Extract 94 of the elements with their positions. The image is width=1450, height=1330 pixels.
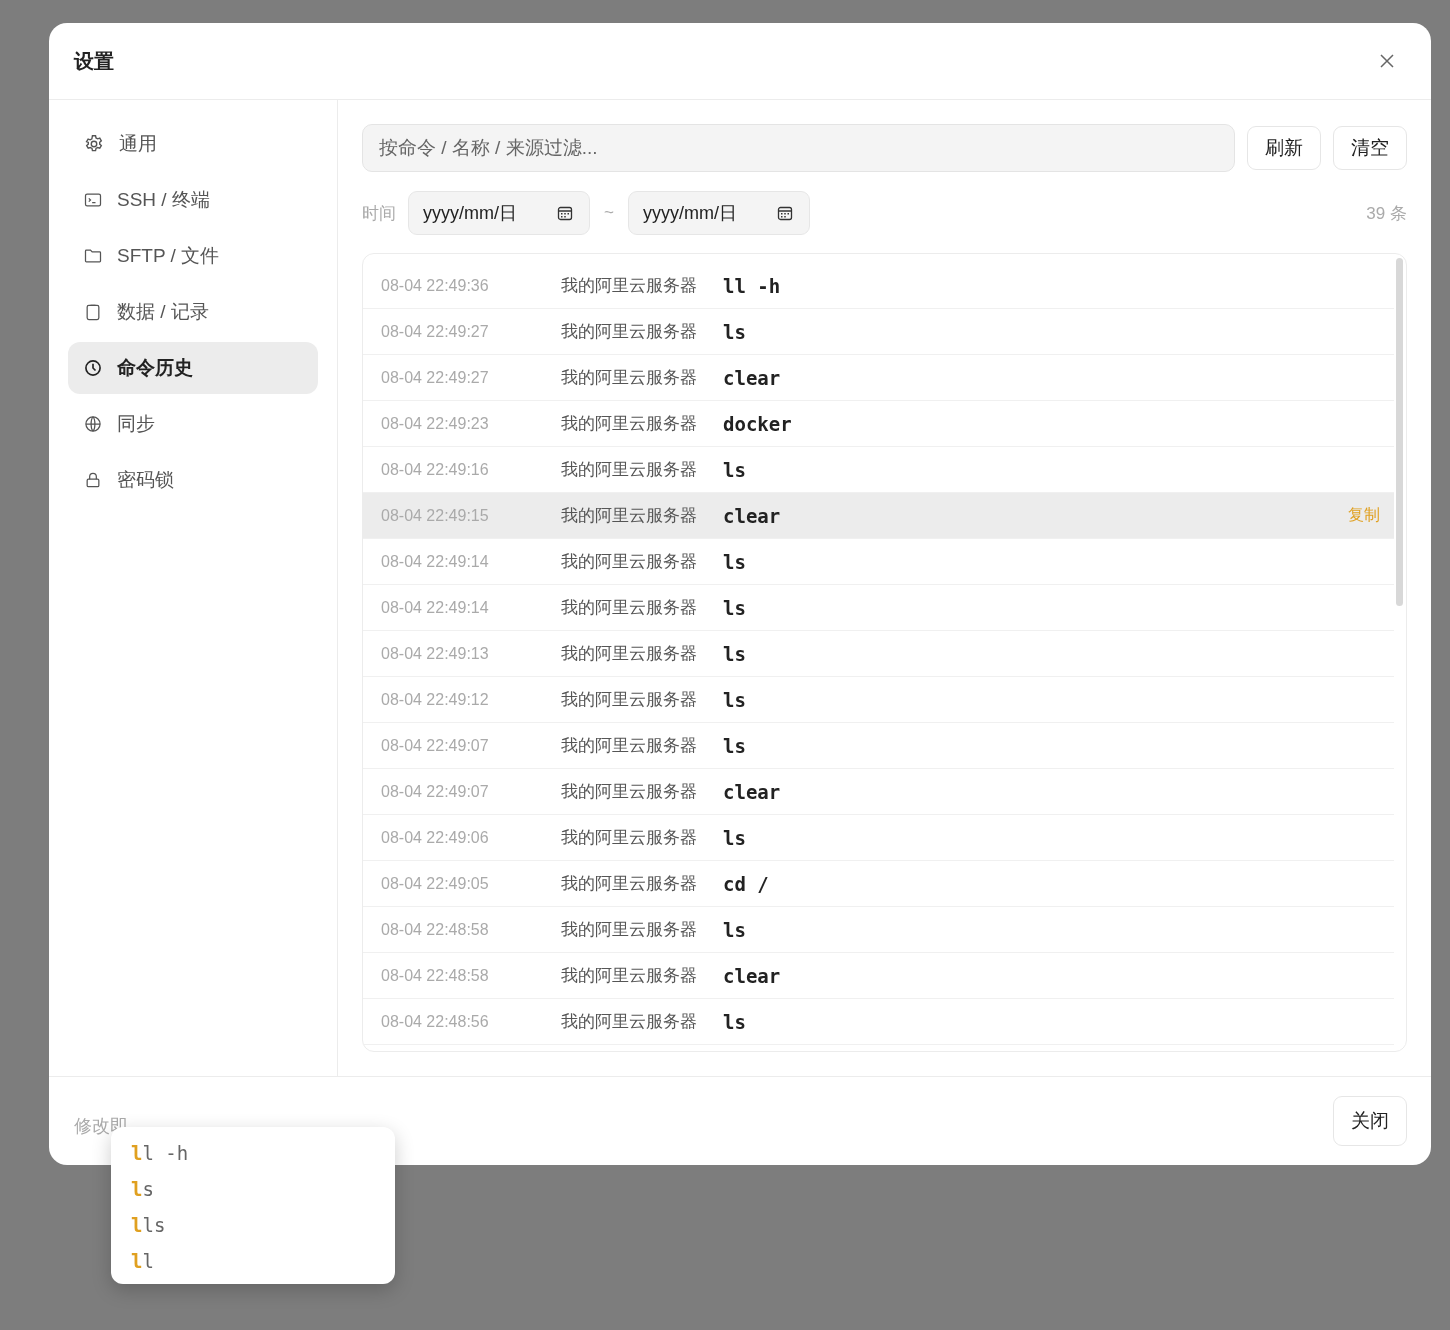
server-cell-text: 我的阿里云服务器 (561, 965, 698, 987)
sidebar-item[interactable]: 通用 (68, 118, 318, 170)
command-cell: ls (723, 734, 746, 757)
history-row[interactable]: 08-04 22:49:12 我的阿里云服务器 ls (363, 677, 1394, 723)
suggestion-item[interactable]: ls (131, 1171, 375, 1207)
time-cell-text: 08-04 22:48:58 (381, 966, 490, 985)
history-row[interactable]: 08-04 22:49:06 我的阿里云服务器 ls (363, 815, 1394, 861)
sidebar-item[interactable]: 数据 / 记录 (68, 286, 318, 338)
time-cell-text: 08-04 22:49:13 (381, 644, 490, 663)
command-cell: clear (723, 504, 781, 527)
history-row[interactable]: 08-04 22:49:27 我的阿里云服务器 clear (363, 355, 1394, 401)
command-cell: clear (723, 780, 781, 803)
command-cell: ls (723, 550, 746, 573)
history-row[interactable]: 08-04 22:49:15 我的阿里云服务器 clear 复制 (363, 493, 1394, 539)
server-cell-text: 我的阿里云服务器 (561, 689, 698, 711)
clear-button[interactable]: 清空 (1333, 126, 1407, 170)
command-cell: cd / (723, 872, 769, 895)
time-cell-text: 08-04 22:48:58 (381, 920, 490, 939)
server-cell-text: 我的阿里云服务器 (561, 551, 698, 573)
history-row[interactable]: 08-04 22:49:27 我的阿里云服务器 ls (363, 309, 1394, 355)
sidebar-item[interactable]: 命令历史 (68, 342, 318, 394)
server-cell-text: 我的阿里云服务器 (561, 735, 698, 757)
server-cell-text: 我的阿里云服务器 (561, 597, 698, 619)
sidebar-item[interactable]: 密码锁 (68, 454, 318, 506)
close-button[interactable]: 关闭 (1333, 1096, 1407, 1146)
server-cell-text: 我的阿里云服务器 (561, 413, 698, 435)
server-cell-text: 我的阿里云服务器 (561, 919, 698, 941)
command-cell: ll -h (723, 274, 781, 297)
history-row[interactable]: 08-04 22:49:36 我的阿里云服务器 ll -h (363, 263, 1394, 309)
calendar-icon (557, 205, 573, 221)
command-cell: clear (723, 964, 781, 987)
history-row[interactable]: 08-04 22:49:05 我的阿里云服务器 cd / (363, 861, 1394, 907)
time-cell-text: 08-04 22:48:56 (381, 1012, 490, 1031)
suggestion-item[interactable]: lls (131, 1207, 375, 1243)
history-row[interactable]: 08-04 22:49:07 我的阿里云服务器 ls (363, 723, 1394, 769)
sidebar-item[interactable]: SSH / 终端 (68, 174, 318, 226)
history-row[interactable]: 08-04 22:49:07 我的阿里云服务器 clear (363, 769, 1394, 815)
command-cell: ls (723, 826, 746, 849)
time-label: 时间 (362, 202, 396, 225)
command-cell: ls (723, 1010, 746, 1033)
time-cell-text: 08-04 22:49:14 (381, 598, 490, 617)
suggestion-item[interactable]: ll -h (131, 1135, 375, 1171)
history-row[interactable]: 08-04 22:48:58 我的阿里云服务器 clear (363, 953, 1394, 999)
server-cell-text: 我的阿里云服务器 (561, 781, 698, 803)
command-cell: clear (723, 366, 781, 389)
globe-icon (83, 414, 103, 434)
time-cell-text: 08-04 22:49:07 (381, 736, 490, 755)
sidebar-item[interactable]: 同步 (68, 398, 318, 450)
clock-icon (83, 358, 103, 378)
history-row[interactable]: 08-04 22:48:58 我的阿里云服务器 ls (363, 907, 1394, 953)
command-cell: ls (723, 688, 746, 711)
time-cell-text: 08-04 22:49:14 (381, 552, 490, 571)
history-row[interactable]: 08-04 22:48:56 我的阿里云服务器 ls (363, 999, 1394, 1045)
history-row[interactable]: 08-04 22:49:23 我的阿里云服务器 docker (363, 401, 1394, 447)
sidebar-item[interactable]: SFTP / 文件 (68, 230, 318, 282)
time-cell-text: 08-04 22:49:12 (381, 690, 490, 709)
time-cell-text: 08-04 22:49:36 (381, 276, 490, 295)
end-date-field[interactable]: yyyy/mm/日 (627, 191, 810, 235)
history-row[interactable]: 08-04 22:49:13 我的阿里云服务器 ls (363, 631, 1394, 677)
server-cell-text: 我的阿里云服务器 (561, 1011, 698, 1033)
time-cell-text: 08-04 22:49:27 (381, 322, 490, 341)
command-cell: ls (723, 320, 746, 343)
time-cell-text: 08-04 22:49:16 (381, 460, 490, 479)
command-cell: ls (723, 458, 746, 481)
filter-field[interactable]: 按命令 / 名称 / 来源过滤... (362, 124, 1235, 172)
suggestion-item[interactable]: ll (131, 1243, 375, 1279)
server-cell-text: 我的阿里云服务器 (561, 643, 698, 665)
server-cell-text: 我的阿里云服务器 (561, 367, 698, 389)
history-row[interactable]: 08-04 22:49:14 我的阿里云服务器 ls (363, 539, 1394, 585)
server-cell-text: 我的阿里云服务器 (561, 321, 698, 343)
time-cell-text: 08-04 22:49:05 (381, 874, 490, 893)
command-cell: ls (723, 918, 746, 941)
history-row[interactable]: 08-04 22:49:14 我的阿里云服务器 ls (363, 585, 1394, 631)
command-cell: ls (723, 596, 746, 619)
server-cell-text: 我的阿里云服务器 (561, 827, 698, 849)
range-separator: ~ (604, 203, 614, 223)
time-cell-text: 08-04 22:49:06 (381, 828, 490, 847)
dialog-title: 设置 (74, 48, 114, 74)
time-cell-text: 08-04 22:49:27 (381, 368, 490, 387)
server-cell-text: 我的阿里云服务器 (561, 873, 698, 895)
time-cell-text: 08-04 22:49:23 (381, 414, 490, 433)
record-count: 39 条 (1366, 202, 1407, 225)
calendar-icon (776, 205, 793, 221)
time-cell-text: 08-04 22:49:15 (381, 506, 490, 525)
time-cell-text: 08-04 22:49:07 (381, 782, 490, 801)
scrollbar[interactable] (1396, 258, 1403, 606)
refresh-button[interactable]: 刷新 (1247, 126, 1321, 170)
server-cell-text: 我的阿里云服务器 (561, 459, 698, 481)
command-cell: ls (723, 642, 746, 665)
server-cell-text: 我的阿里云服务器 (561, 505, 698, 527)
start-date-field[interactable]: yyyy/mm/日 (408, 191, 590, 235)
server-cell-text: 我的阿里云服务器 (561, 275, 698, 297)
close-icon[interactable] (1379, 53, 1395, 69)
command-cell: docker (723, 412, 792, 435)
